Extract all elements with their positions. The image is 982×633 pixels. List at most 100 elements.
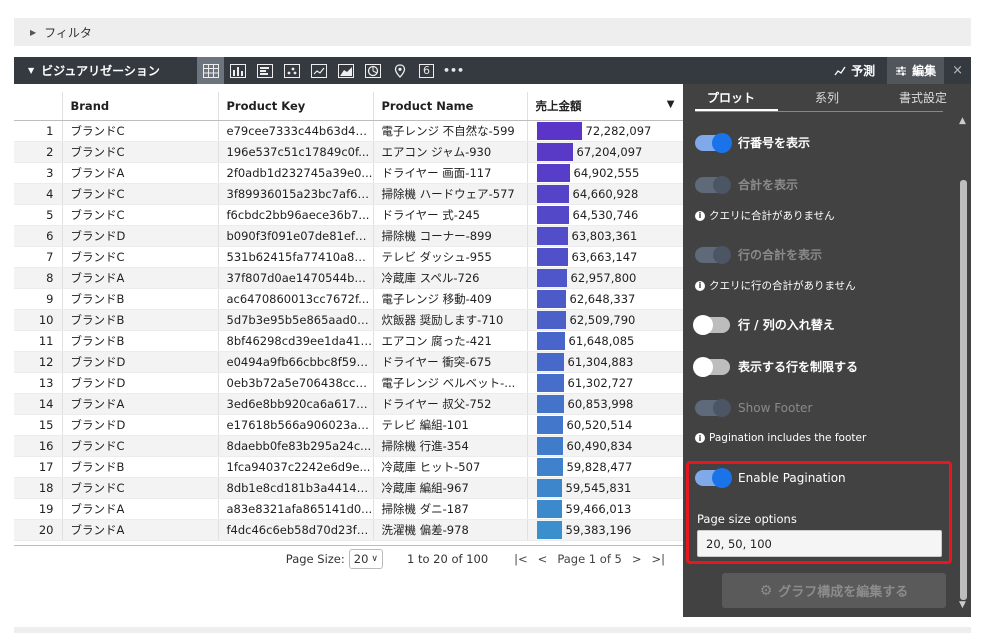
sales-bar <box>536 478 562 497</box>
brand-cell: ブランドD <box>62 372 219 394</box>
row-number: 14 <box>14 393 63 415</box>
page-size-select[interactable]: 20 ∨ <box>348 548 383 569</box>
brand-header[interactable]: Brand <box>62 92 219 121</box>
sales-bar <box>536 352 564 371</box>
sales-value: 59,383,196 <box>565 522 632 537</box>
map-pin-icon[interactable] <box>386 57 413 84</box>
row-number: 3 <box>14 162 63 184</box>
table-row: 19 ブランドA a83e8321afa865141d0... 掃除機 ダニ-187 5… <box>14 498 684 520</box>
row-number: 8 <box>14 267 63 289</box>
filter-bar[interactable]: ▶ フィルタ <box>14 18 971 46</box>
more-options-icon[interactable]: ••• <box>440 57 467 84</box>
sales-cell: 62,509,790 <box>527 309 684 331</box>
visualization-toggle[interactable]: ▼ ビジュアリゼーション <box>14 62 197 79</box>
table-row: 1 ブランドC e79cee7333c44b63d46... 電子レンジ 不自然な-5… <box>14 120 684 142</box>
sales-bar <box>536 415 563 434</box>
row-number: 15 <box>14 414 63 436</box>
transpose-toggle[interactable] <box>693 314 730 335</box>
row-numbers-toggle[interactable] <box>695 132 732 153</box>
sales-value: 60,520,514 <box>566 417 633 432</box>
row-number: 11 <box>14 330 63 352</box>
table-header-row: Brand Product Key Product Name 売上金額 ▼ <box>14 92 684 121</box>
table-row: 11 ブランドB 8bf46298cd39ee1da41f... エアコン 腐った-4… <box>14 330 684 352</box>
scatter-chart-icon[interactable] <box>278 57 305 84</box>
edit-graph-config-button[interactable]: ⚙ グラフ構成を編集する <box>722 573 946 608</box>
info-icon: i <box>695 433 705 443</box>
sales-value: 62,648,337 <box>569 291 636 306</box>
brand-cell: ブランドA <box>62 393 219 415</box>
table-row: 16 ブランドC 8daebb0fe83b295a24c... 掃除機 行進-354 6… <box>14 435 684 457</box>
chevron-down-icon[interactable]: ▼ <box>667 99 675 110</box>
row-number: 4 <box>14 183 63 205</box>
product-key-cell: 531b62415fa77410a83... <box>218 246 374 268</box>
product-key-cell: 8daebb0fe83b295a24c... <box>218 435 374 457</box>
sales-bar <box>536 163 570 182</box>
sales-cell: 63,663,147 <box>527 246 684 268</box>
row-number-header <box>14 92 63 121</box>
product-name-cell: 掃除機 ダニ-187 <box>373 498 528 520</box>
row-number: 20 <box>14 519 63 541</box>
product-key-cell: e0494a9fb66cbbc8f593... <box>218 351 374 373</box>
show-footer-option: Show Footer <box>695 399 812 417</box>
sales-cell: 64,660,928 <box>527 183 684 205</box>
forecast-button[interactable]: 予測 <box>822 62 887 79</box>
row-number: 17 <box>14 456 63 478</box>
product-key-cell: f6cbdc2bb96aece36b7... <box>218 204 374 226</box>
area-chart-icon[interactable] <box>332 57 359 84</box>
table-viz-icon[interactable] <box>197 57 224 84</box>
sales-cell: 59,466,013 <box>527 498 684 520</box>
product-name-cell: 洗濯機 偏差-978 <box>373 519 528 541</box>
tab-series[interactable]: 系列 <box>779 85 875 111</box>
pie-chart-icon[interactable] <box>359 57 386 84</box>
next-page-icon[interactable]: > <box>632 552 642 566</box>
brand-cell: ブランドC <box>62 435 219 457</box>
sales-cell: 61,304,883 <box>527 351 684 373</box>
product-key-cell: f4dc46c6eb58d70d23f4... <box>218 519 374 541</box>
edit-tab-button[interactable]: 編集 <box>887 57 945 84</box>
scrollbar-thumb[interactable] <box>960 180 967 600</box>
next-section-strip <box>14 627 971 633</box>
sales-cell: 60,853,998 <box>527 393 684 415</box>
row-number: 5 <box>14 204 63 226</box>
product-key-cell: a83e8321afa865141d0... <box>218 498 374 520</box>
product-name-header[interactable]: Product Name <box>373 92 528 121</box>
single-value-icon[interactable]: 6 <box>413 57 440 84</box>
row-number: 9 <box>14 288 63 310</box>
panel-scrollbar[interactable]: ▲ ▼ <box>956 112 971 617</box>
sales-value: 64,902,555 <box>573 165 640 180</box>
brand-cell: ブランドC <box>62 204 219 226</box>
product-name-cell: ドライヤー 画面-117 <box>373 162 528 184</box>
brand-cell: ブランドC <box>62 120 219 142</box>
bar-chart-icon[interactable] <box>251 57 278 84</box>
close-icon[interactable]: × <box>944 63 971 78</box>
table-row: 8 ブランドA 37f807d0ae1470544b8... 冷蔵庫 スペル-726 6… <box>14 267 684 289</box>
product-key-header[interactable]: Product Key <box>218 92 374 121</box>
tab-plot[interactable]: プロット <box>683 85 779 111</box>
sales-value: 62,957,800 <box>570 270 637 285</box>
scroll-down-icon[interactable]: ▼ <box>959 600 966 610</box>
product-key-cell: 2f0adb1d232745a39e0... <box>218 162 374 184</box>
sales-cell: 63,803,361 <box>527 225 684 247</box>
first-page-icon[interactable]: |< <box>514 552 528 566</box>
scroll-up-icon[interactable]: ▲ <box>959 116 966 126</box>
product-name-cell: 掃除機 コーナー-899 <box>373 225 528 247</box>
column-chart-icon[interactable] <box>224 57 251 84</box>
sales-bar <box>536 226 568 245</box>
brand-cell: ブランドB <box>62 456 219 478</box>
line-chart-icon[interactable] <box>305 57 332 84</box>
prev-page-icon[interactable]: < <box>538 552 548 566</box>
table-row: 18 ブランドC 8db1e8cd181b3a4414e... 冷蔵庫 編組-967 5… <box>14 477 684 499</box>
product-name-cell: 冷蔵庫 編組-967 <box>373 477 528 499</box>
sales-cell: 67,204,097 <box>527 141 684 163</box>
table-row: 9 ブランドB ac6470860013cc7672f... 電子レンジ 移動-409… <box>14 288 684 310</box>
page-info: Page 1 of 5 <box>557 551 622 566</box>
sales-value: 60,490,834 <box>566 438 633 453</box>
sales-value: 67,204,097 <box>576 144 643 159</box>
last-page-icon[interactable]: >| <box>651 552 665 566</box>
table-row: 10 ブランドB 5d7b3e95b5e865aad0b... 炊飯器 奨励します-7… <box>14 309 684 331</box>
tab-format[interactable]: 書式設定 <box>875 85 971 111</box>
limit-rows-toggle[interactable] <box>693 356 730 377</box>
row-range: 1 to 20 of 100 <box>407 551 489 566</box>
product-key-cell: ac6470860013cc7672f... <box>218 288 374 310</box>
sales-header[interactable]: 売上金額 ▼ <box>527 92 684 121</box>
